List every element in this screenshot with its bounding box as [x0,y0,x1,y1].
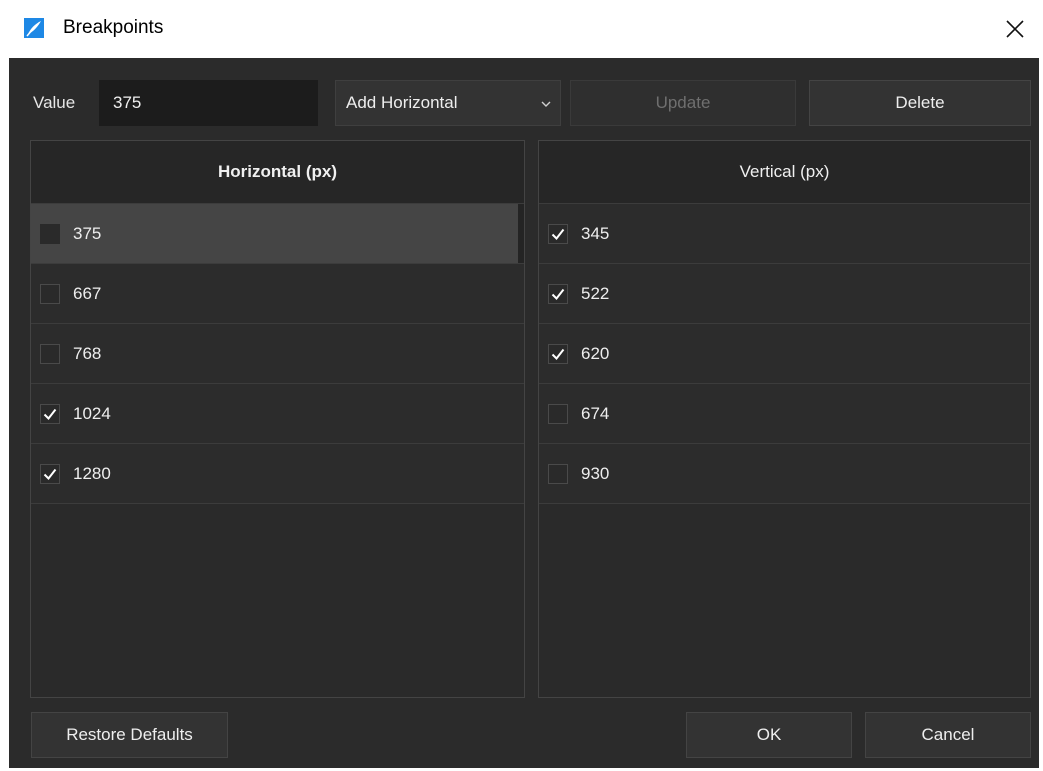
row-checkbox[interactable] [40,343,60,364]
vertical-breakpoints-table: Vertical (px) 345 522 620 674 930 [538,140,1031,698]
title-bar: Breakpoints [0,0,1043,58]
table-row[interactable]: 1280 [31,444,524,504]
row-checkbox[interactable] [548,283,568,304]
checkmark-icon [551,228,565,240]
vertical-column-header: Vertical (px) [539,141,1030,204]
app-feather-icon [24,18,44,38]
row-checkbox[interactable] [548,403,568,424]
row-value: 1024 [73,403,111,423]
table-row[interactable]: 522 [539,264,1030,324]
row-value: 667 [73,283,102,303]
table-row[interactable]: 345 [539,204,1030,264]
checkmark-icon [551,348,565,360]
row-checkbox[interactable] [548,343,568,364]
update-button[interactable]: Update [570,80,796,126]
cancel-button[interactable]: Cancel [865,712,1031,758]
row-value: 620 [581,343,610,363]
row-checkbox[interactable] [40,283,60,304]
horizontal-column-header: Horizontal (px) [31,141,524,204]
table-row[interactable]: 620 [539,324,1030,384]
restore-defaults-button[interactable]: Restore Defaults [31,712,228,758]
horizontal-breakpoints-table: Horizontal (px) 375 667 768 1024 1280 [30,140,525,698]
mode-select[interactable]: Add Horizontal [335,80,561,126]
close-button[interactable] [987,0,1043,58]
table-row[interactable]: 667 [31,264,524,324]
table-row[interactable]: 930 [539,444,1030,504]
table-row[interactable]: 674 [539,384,1030,444]
row-value: 1280 [73,463,111,483]
row-checkbox[interactable] [40,463,60,484]
row-checkbox[interactable] [40,403,60,424]
checkmark-icon [43,408,57,420]
row-edge [518,204,524,263]
delete-button[interactable]: Delete [809,80,1031,126]
ok-button[interactable]: OK [686,712,852,758]
row-checkbox[interactable] [40,223,60,244]
table-row[interactable]: 768 [31,324,524,384]
mode-select-label: Add Horizontal [346,93,458,112]
value-label: Value [33,93,76,112]
row-value: 768 [73,343,102,363]
checkmark-icon [43,468,57,480]
row-value: 930 [581,463,610,483]
row-value: 375 [73,223,102,243]
checkmark-icon [551,288,565,300]
row-checkbox[interactable] [548,463,568,484]
row-value: 522 [581,283,610,303]
row-value: 345 [581,223,610,243]
table-row[interactable]: 375 [31,204,524,264]
window-title: Breakpoints [63,17,164,38]
chevron-down-icon [541,101,551,107]
close-icon [1006,20,1024,38]
value-input[interactable] [99,80,318,126]
dialog-body: Value Add Horizontal Update Delete Horiz… [9,58,1039,768]
table-row[interactable]: 1024 [31,384,524,444]
row-checkbox[interactable] [548,223,568,244]
row-value: 674 [581,403,610,423]
breakpoints-dialog: Breakpoints Value Add Horizontal Update … [0,0,1043,771]
